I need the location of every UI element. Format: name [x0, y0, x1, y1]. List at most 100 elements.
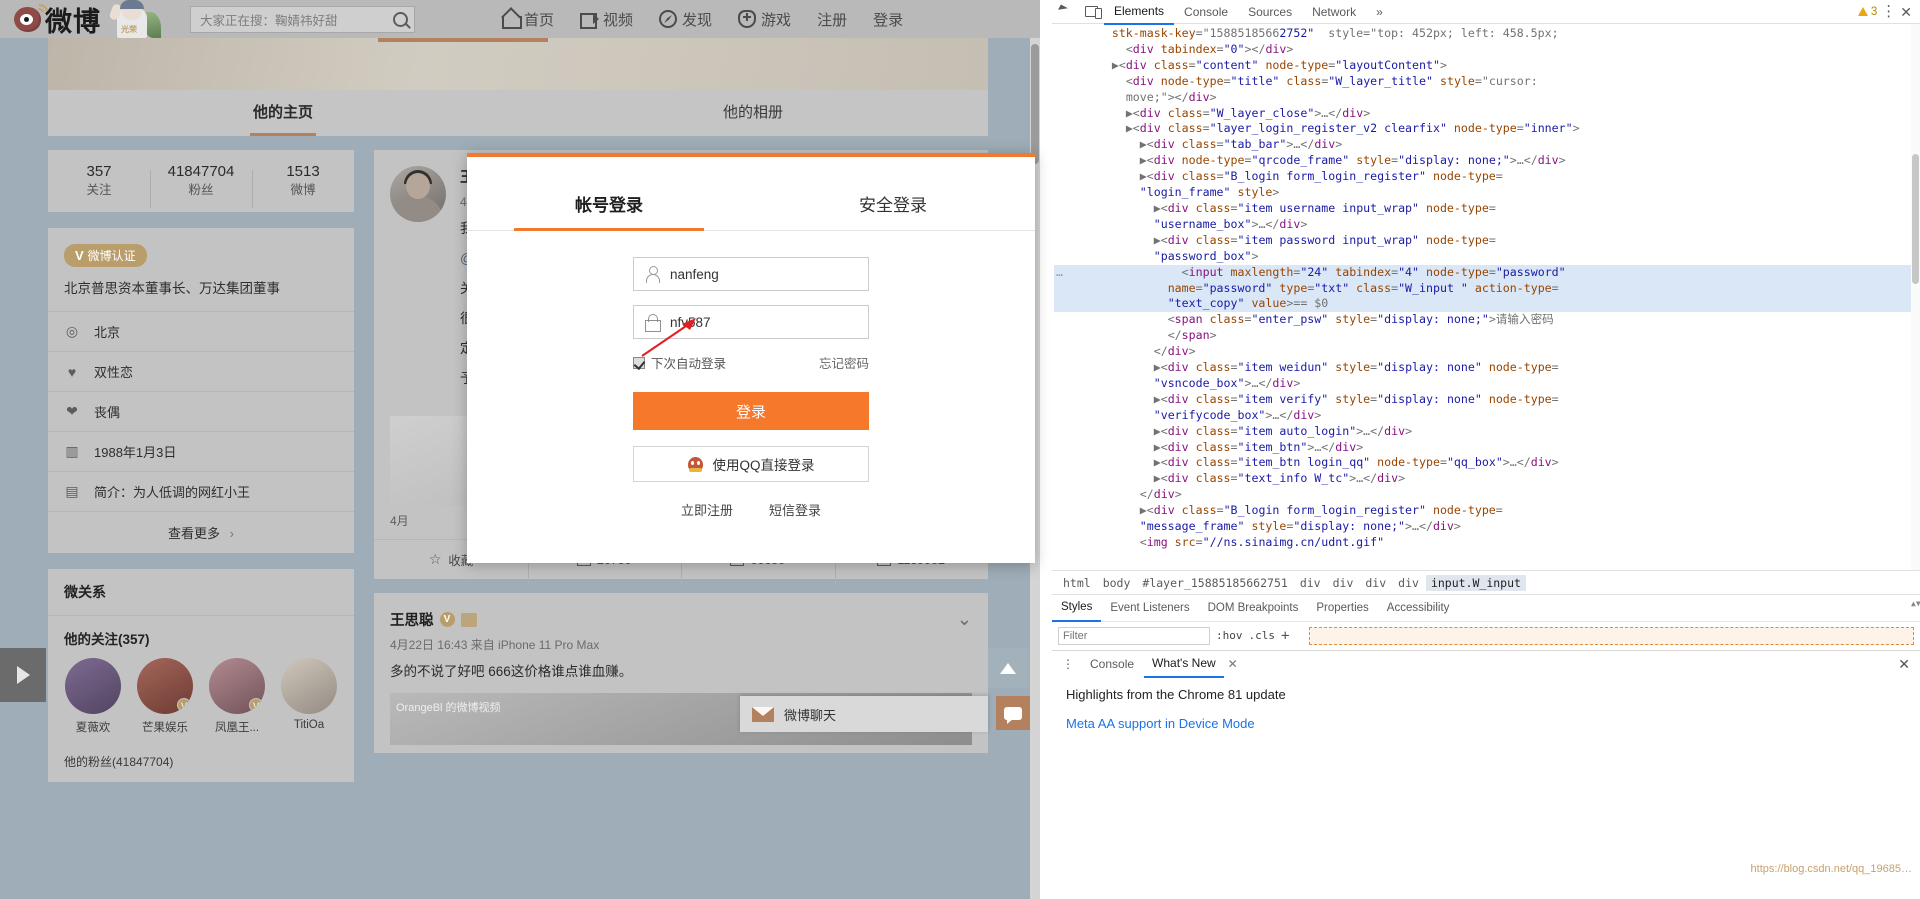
devtools-close-icon[interactable]: ✕: [1900, 5, 1912, 19]
dom-tree-line[interactable]: <div node-type="title" class="W_layer_ti…: [1054, 74, 1920, 90]
dom-tree-line[interactable]: "username_box">…</div>: [1054, 217, 1920, 233]
breadcrumb-item[interactable]: input.W_input: [1425, 574, 1526, 591]
dom-tree[interactable]: stk-mask-key="15885185662752" style="top…: [1052, 24, 1920, 570]
avatar[interactable]: [390, 166, 446, 222]
sms-login-link[interactable]: 短信登录: [769, 500, 821, 519]
dom-tree-line[interactable]: ▶<div class="item verify" style="display…: [1054, 392, 1920, 408]
username-field-wrap[interactable]: [633, 257, 869, 291]
dom-tree-line[interactable]: ▶<div class="item username input_wrap" n…: [1054, 201, 1920, 217]
tab-account-login[interactable]: 帐号登录: [467, 191, 751, 230]
stat-followers[interactable]: 41847704 粉丝: [150, 162, 252, 208]
relation-person[interactable]: V 芒果娱乐: [134, 658, 196, 735]
tab-his-album[interactable]: 他的相册: [518, 90, 988, 136]
breadcrumb-item[interactable]: body: [1098, 575, 1136, 591]
login-link[interactable]: 登录: [873, 9, 903, 30]
styles-tab-styles[interactable]: Styles: [1052, 594, 1102, 622]
dom-tree-line[interactable]: <div tabindex="0"></div>: [1054, 42, 1920, 58]
relation-person[interactable]: TitiOa: [278, 658, 340, 735]
nav-item-discover[interactable]: 发现: [659, 9, 712, 30]
password-field-wrap[interactable]: [633, 305, 869, 339]
relation-person[interactable]: V 凤凰王...: [206, 658, 268, 735]
breadcrumb-item[interactable]: div: [1393, 575, 1424, 591]
dom-tree-scrollbar-thumb[interactable]: [1912, 154, 1919, 284]
dom-tree-line[interactable]: "vsncode_box">…</div>: [1054, 376, 1920, 392]
dom-tree-line[interactable]: "password_box">: [1054, 249, 1920, 265]
drawer-close-icon[interactable]: ✕: [1898, 656, 1920, 673]
dom-tree-line[interactable]: ▶<div class="layer_login_register_v2 cle…: [1054, 121, 1920, 137]
search-box[interactable]: 大家正在搜：鞠婧祎好甜: [190, 5, 415, 33]
see-more-button[interactable]: 查看更多 ›: [48, 511, 354, 553]
auto-login-option[interactable]: 下次自动登录: [633, 353, 726, 372]
username-input[interactable]: [670, 266, 868, 282]
page-scrollbar-thumb[interactable]: [1031, 44, 1039, 164]
breadcrumb-item[interactable]: html: [1058, 575, 1096, 591]
dom-tree-line[interactable]: … <input maxlength="24" tabindex="4" nod…: [1054, 264, 1920, 281]
nav-item-home[interactable]: 首页: [501, 9, 554, 30]
devtools-tab-network[interactable]: Network: [1302, 0, 1366, 24]
dom-tree-line[interactable]: ▶<div class="B_login form_login_register…: [1054, 169, 1920, 185]
dom-tree-line[interactable]: name="password" type="txt" class="W_inpu…: [1054, 280, 1920, 297]
nav-item-video[interactable]: 视频: [580, 9, 633, 30]
hover-state-toggle[interactable]: :hov: [1216, 629, 1243, 642]
forgot-password-link[interactable]: 忘记密码: [819, 353, 869, 372]
dom-tree-scrollbar[interactable]: [1911, 24, 1920, 570]
dom-tree-line[interactable]: "login_frame" style>: [1054, 185, 1920, 201]
dom-tree-line[interactable]: ▶<div class="B_login form_login_register…: [1054, 503, 1920, 519]
styles-tab-event-listeners[interactable]: Event Listeners: [1101, 595, 1198, 621]
dom-tree-line[interactable]: ▶<div class="item_btn">…</div>: [1054, 440, 1920, 456]
chevron-down-icon[interactable]: ⌄: [957, 609, 972, 683]
class-toggle[interactable]: .cls: [1249, 629, 1276, 642]
drawer-menu-icon[interactable]: ⋮: [1056, 657, 1080, 671]
tab-secure-login[interactable]: 安全登录: [751, 191, 1035, 230]
devtools-menu-icon[interactable]: ⋮: [1881, 4, 1896, 19]
devtools-tab-sources[interactable]: Sources: [1238, 0, 1302, 24]
dom-tree-line[interactable]: stk-mask-key="15885185662752" style="top…: [1054, 26, 1920, 42]
dom-tree-line[interactable]: ▶<div class="item password input_wrap" n…: [1054, 233, 1920, 249]
whats-new-subline[interactable]: Meta AA support in Device Mode: [1052, 712, 1920, 735]
auto-login-checkbox[interactable]: [633, 356, 645, 369]
styles-tab-properties[interactable]: Properties: [1307, 595, 1377, 621]
chat-bar[interactable]: 微博聊天: [740, 696, 988, 732]
qq-login-button[interactable]: 使用QQ直接登录: [633, 446, 869, 482]
styles-tab-dom-breakpoints[interactable]: DOM Breakpoints: [1199, 595, 1308, 621]
drawer-tab-console[interactable]: Console: [1082, 651, 1142, 677]
stat-posts[interactable]: 1513 微博: [252, 162, 354, 208]
devtools-tab-elements[interactable]: Elements: [1104, 0, 1175, 25]
dom-tree-line[interactable]: </div>: [1054, 487, 1920, 503]
device-toolbar-icon[interactable]: [1078, 0, 1104, 24]
dom-tree-line[interactable]: ▶<div node-type="qrcode_frame" style="di…: [1054, 153, 1920, 169]
nav-item-game[interactable]: 游戏: [738, 9, 791, 30]
dom-tree-line[interactable]: <span class="enter_psw" style="display: …: [1054, 312, 1920, 328]
register-now-link[interactable]: 立即注册: [681, 500, 733, 519]
warning-badge[interactable]: 3: [1857, 6, 1877, 18]
breadcrumb-item[interactable]: div: [1360, 575, 1391, 591]
breadcrumb-item[interactable]: div: [1328, 575, 1359, 591]
styles-mini-scrollbar[interactable]: ▲▼: [1911, 595, 1920, 651]
search-icon[interactable]: [393, 11, 408, 27]
register-link[interactable]: 注册: [817, 9, 847, 30]
inspect-element-icon[interactable]: [1052, 0, 1078, 24]
post-author[interactable]: 王思聪 V: [390, 609, 943, 630]
chat-bubble-button[interactable]: [996, 696, 1030, 730]
dom-tree-line[interactable]: ▶<div class="W_layer_close">…</div>: [1054, 106, 1920, 122]
styles-tab-accessibility[interactable]: Accessibility: [1378, 595, 1459, 621]
devtools-tab-overflow[interactable]: »: [1366, 0, 1393, 24]
login-submit-button[interactable]: 登录: [633, 392, 869, 430]
devtools-tab-console[interactable]: Console: [1174, 0, 1238, 24]
drawer-tab-close-icon[interactable]: ✕: [1228, 657, 1238, 671]
dom-tree-line[interactable]: </span>: [1054, 328, 1920, 344]
dom-tree-line[interactable]: ▶<div class="item_btn login_qq" node-typ…: [1054, 455, 1920, 471]
dom-tree-line[interactable]: "verifycode_box">…</div>: [1054, 408, 1920, 424]
dom-tree-line[interactable]: "message_frame" style="display: none;">……: [1054, 519, 1920, 535]
dom-tree-line[interactable]: "text_copy" value>== $0: [1054, 296, 1920, 313]
breadcrumb-item[interactable]: #layer_15885185662751: [1137, 575, 1292, 591]
dom-tree-line[interactable]: ▶<div class="text_info W_tc">…</div>: [1054, 471, 1920, 487]
stat-following[interactable]: 357 关注: [48, 162, 150, 200]
dom-tree-line[interactable]: move;"></div>: [1054, 90, 1920, 106]
breadcrumb-item[interactable]: div: [1295, 575, 1326, 591]
dom-tree-line[interactable]: ▶<div class="tab_bar">…</div>: [1054, 137, 1920, 153]
relation-person[interactable]: 夏薇欢: [62, 658, 124, 735]
back-to-top-button[interactable]: [988, 648, 1028, 688]
styles-filter-input[interactable]: [1058, 626, 1210, 645]
dom-tree-line[interactable]: ▶<div class="item auto_login">…</div>: [1054, 424, 1920, 440]
